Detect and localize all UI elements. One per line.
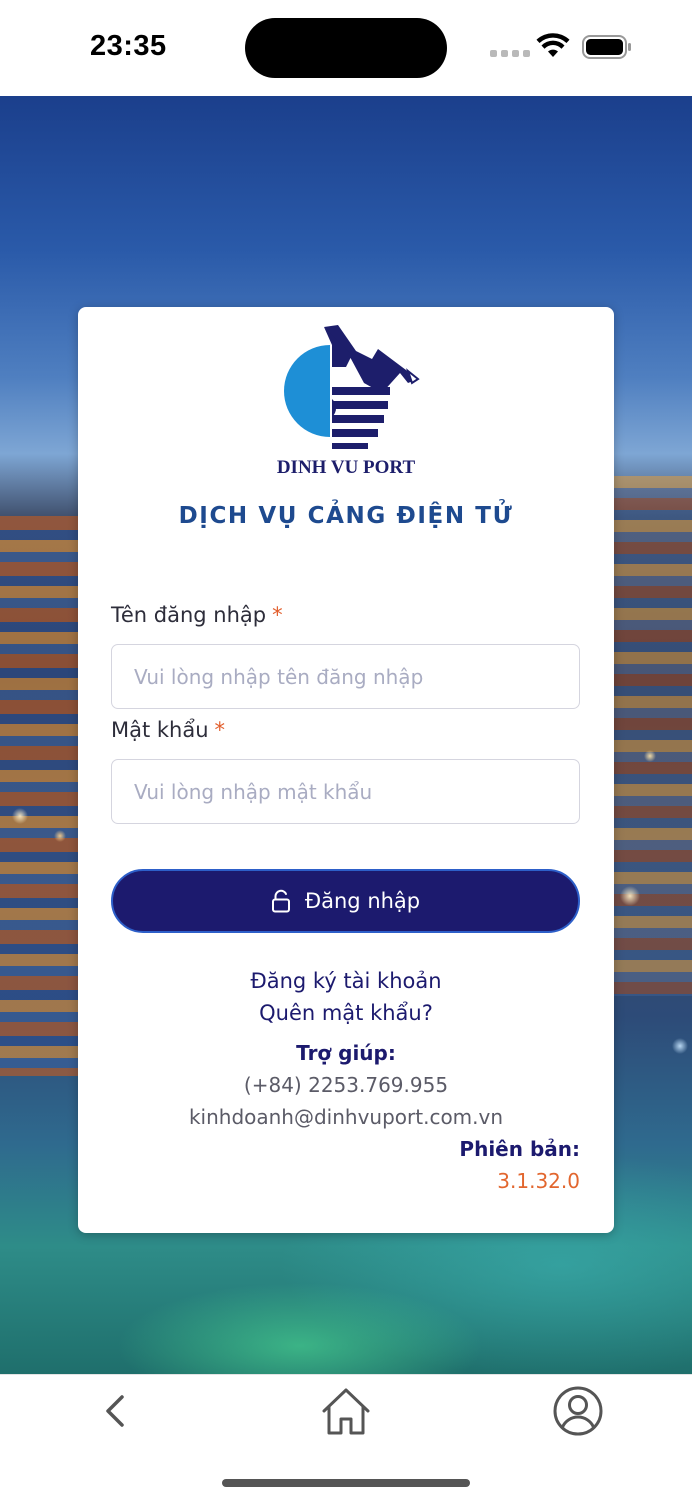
password-input[interactable] bbox=[111, 759, 580, 824]
username-label-text: Tên đăng nhập bbox=[111, 603, 267, 627]
unlock-icon bbox=[271, 889, 290, 913]
status-time: 23:35 bbox=[90, 30, 167, 62]
help-title: Trợ giúp: bbox=[296, 1041, 396, 1065]
password-label-text: Mật khẩu bbox=[111, 718, 209, 742]
required-mark: * bbox=[272, 603, 283, 627]
password-label: Mật khẩu * bbox=[111, 718, 225, 742]
login-button[interactable]: Đăng nhập bbox=[111, 869, 580, 933]
cellular-icon bbox=[490, 50, 530, 57]
login-card: DINH VU PORT DỊCH VỤ CẢNG ĐIỆN TỬ Tên đă… bbox=[78, 307, 614, 1233]
logo-text: DINH VU PORT bbox=[276, 457, 416, 478]
version-value: 3.1.32.0 bbox=[497, 1169, 580, 1193]
status-bar: 23:35 bbox=[0, 0, 692, 96]
login-button-label: Đăng nhập bbox=[304, 889, 421, 913]
wifi-icon bbox=[536, 33, 570, 57]
chevron-left-icon[interactable] bbox=[96, 1391, 136, 1431]
help-email[interactable]: kinhdoanh@dinhvuport.com.vn bbox=[78, 1105, 614, 1129]
forgot-password-link[interactable]: Quên mật khẩu? bbox=[78, 1001, 614, 1025]
help-phone[interactable]: (+84) 2253.769.955 bbox=[78, 1073, 614, 1097]
battery-icon bbox=[582, 35, 631, 59]
required-mark: * bbox=[214, 718, 226, 742]
home-icon[interactable] bbox=[318, 1383, 374, 1439]
username-label: Tên đăng nhập * bbox=[111, 603, 283, 627]
dynamic-island bbox=[245, 18, 447, 78]
service-title: DỊCH VỤ CẢNG ĐIỆN TỬ bbox=[178, 503, 514, 529]
username-input[interactable] bbox=[111, 644, 580, 709]
version-label: Phiên bản: bbox=[459, 1137, 580, 1161]
register-link[interactable]: Đăng ký tài khoản bbox=[78, 969, 614, 993]
bottom-nav-bar bbox=[0, 1374, 692, 1500]
user-circle-icon[interactable] bbox=[550, 1383, 606, 1439]
home-indicator[interactable] bbox=[222, 1479, 470, 1487]
